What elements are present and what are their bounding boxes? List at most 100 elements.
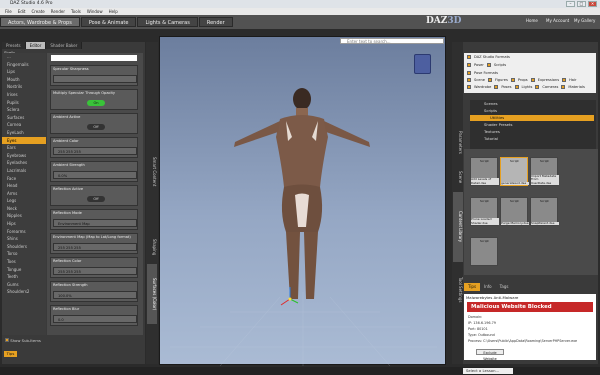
thumb-add-levels-of-detail[interactable]: Script Add Levels of Detail.dse [470, 157, 499, 186]
menu-file[interactable]: File [5, 8, 12, 15]
property-control[interactable]: Environment Map [53, 219, 137, 227]
content-search-input[interactable]: Enter text to search... [340, 38, 444, 44]
surface-node[interactable]: Forearms [2, 228, 46, 236]
link-my-gallery[interactable]: My Gallery [574, 18, 595, 23]
tree-item-textures[interactable]: Textures [470, 129, 594, 135]
surface-node[interactable]: Tongue [2, 266, 46, 274]
tree-item-utilities[interactable]: Utilities [470, 115, 594, 121]
link-my-account[interactable]: My Account [546, 18, 569, 23]
surface-node[interactable]: ... [2, 53, 46, 61]
tab-tags[interactable]: Tags [496, 283, 513, 291]
surface-node[interactable]: Face [2, 175, 46, 183]
surface-node[interactable]: Pupils [2, 99, 46, 107]
minimize-button[interactable]: – [566, 1, 575, 7]
tab-tool-settings[interactable]: Tool Settings [453, 270, 463, 310]
surface-node[interactable]: Shoulders [2, 243, 46, 251]
menu-render[interactable]: Render [51, 8, 65, 15]
surface-node[interactable]: Nostrils [2, 83, 46, 91]
surface-node[interactable]: Irises [2, 91, 46, 99]
surface-node[interactable]: Nipples [2, 212, 46, 220]
thumb-script[interactable]: Script [470, 237, 498, 266]
thumb-generate-lod[interactable]: Script generateLod.dse [500, 157, 529, 186]
surface-node[interactable]: Surfaces [2, 114, 46, 122]
surface-node[interactable]: Eyes [2, 136, 46, 145]
surface-node[interactable]: Sclera [2, 106, 46, 114]
tips-tab-left[interactable]: Tips [4, 351, 17, 357]
thumb-prune-loaded[interactable]: Script Prune Loaded Shader.dse [470, 197, 499, 226]
tab-presets[interactable]: Presets [2, 42, 26, 49]
menu-help[interactable]: Help [109, 8, 118, 15]
tab-smart-content[interactable]: Smart Content [147, 142, 157, 202]
property-control[interactable]: Off [53, 195, 137, 203]
tree-item-shader-presets[interactable]: Shader Presets [470, 122, 594, 128]
property-control[interactable]: 255 255 255 [53, 147, 137, 155]
menu-edit[interactable]: Edit [18, 8, 26, 15]
tab-scene[interactable]: Scene [453, 167, 463, 187]
exclude-website-button[interactable]: Exclude Website [476, 349, 504, 361]
filter-row-pose-formats[interactable]: Pose Formats [467, 71, 498, 75]
menu-tools[interactable]: Tools [71, 8, 81, 15]
view-cube-icon[interactable] [414, 54, 431, 74]
surface-node[interactable]: Eyelashes [2, 159, 46, 167]
tree-item-scripts[interactable]: Scripts [470, 108, 594, 114]
tab-surfaces[interactable]: Surfaces (Color) [147, 264, 157, 324]
property-filter-input[interactable] [51, 55, 137, 61]
surface-node[interactable]: Shins [2, 235, 46, 243]
surface-node[interactable]: Hips [2, 220, 46, 228]
property-control[interactable]: Off [53, 123, 137, 131]
thumb-import-metadata[interactable]: Script Import Metadata From UserData.dse [530, 157, 559, 186]
surface-node[interactable]: Shoulders2 [2, 288, 46, 296]
figure-genesis[interactable] [234, 88, 370, 299]
filter-title-row[interactable]: DAZ Studio Formats [467, 55, 510, 59]
surface-node[interactable]: Head [2, 182, 46, 190]
surface-node[interactable]: Fingernails [2, 61, 46, 69]
surface-node[interactable]: Arms [2, 190, 46, 198]
maximize-button[interactable]: □ [577, 1, 586, 7]
show-sub-items[interactable]: Show Sub-Items [2, 336, 145, 346]
surface-node[interactable]: Cornea [2, 121, 46, 129]
surface-node[interactable]: Toes [2, 258, 46, 266]
surface-node[interactable]: Legs [2, 197, 46, 205]
menu-window[interactable]: Window [87, 8, 103, 15]
tab-editor[interactable]: Editor [25, 42, 47, 49]
surface-node[interactable]: Lacrimals [2, 167, 46, 175]
property-control[interactable]: 0.0% [53, 171, 137, 179]
tab-parameters[interactable]: Parameters [453, 122, 463, 162]
surface-node[interactable]: Neck [2, 205, 46, 213]
surface-node[interactable]: Eyebrows [2, 152, 46, 160]
surface-node[interactable]: Ears [2, 144, 46, 152]
property-control[interactable] [53, 75, 137, 83]
property-control[interactable]: On [53, 99, 137, 107]
filter-row-poser[interactable]: Poser Scripts [467, 63, 506, 67]
close-button[interactable]: ✕ [588, 1, 597, 7]
tree-item-tutorial[interactable]: Tutorial [470, 136, 594, 142]
3d-viewport[interactable] [159, 36, 446, 366]
menu-create[interactable]: Create [31, 8, 44, 15]
tab-shaping[interactable]: Shaping [147, 232, 157, 262]
tab-tips[interactable]: Tips [464, 283, 481, 291]
property-toggle[interactable]: Off [87, 124, 105, 130]
property-toggle[interactable]: On [87, 100, 105, 106]
tree-item-scenes[interactable]: Scenes [470, 101, 594, 107]
property-control[interactable]: 0.0 [53, 315, 137, 323]
tab-content-library[interactable]: Content Library [453, 192, 463, 262]
tab-shader-baker[interactable]: Shader Baker [46, 42, 83, 49]
thumb-snap-parent[interactable]: Script SnapParent.dse [530, 197, 559, 226]
filter-row-types[interactable]: Scene Figures Props Expressions Hair [467, 78, 576, 82]
thumb-purge-memory[interactable]: Script Purge Memory.dse [500, 197, 529, 226]
link-home[interactable]: Home [526, 18, 538, 23]
tab-info[interactable]: Info [480, 283, 496, 291]
property-control[interactable]: 100.0% [53, 291, 137, 299]
surface-node[interactable]: Teeth [2, 273, 46, 281]
surface-node[interactable]: Torso [2, 250, 46, 258]
surface-node[interactable]: EyeLash [2, 129, 46, 137]
surface-node[interactable]: Gums [2, 281, 46, 289]
property-toggle[interactable]: Off [87, 196, 105, 202]
surface-node[interactable]: Lips [2, 68, 46, 76]
lesson-select[interactable]: Select a Lesson... [463, 368, 513, 374]
filter-row-types-2[interactable]: Wardrobe Poses Lights Cameras Materials [467, 85, 585, 89]
property-control[interactable]: 255 255 255 [53, 243, 137, 251]
property-label: Reflection Blur [53, 307, 80, 311]
property-control[interactable]: 255 255 255 [53, 267, 137, 275]
surface-node[interactable]: Mouth [2, 76, 46, 84]
